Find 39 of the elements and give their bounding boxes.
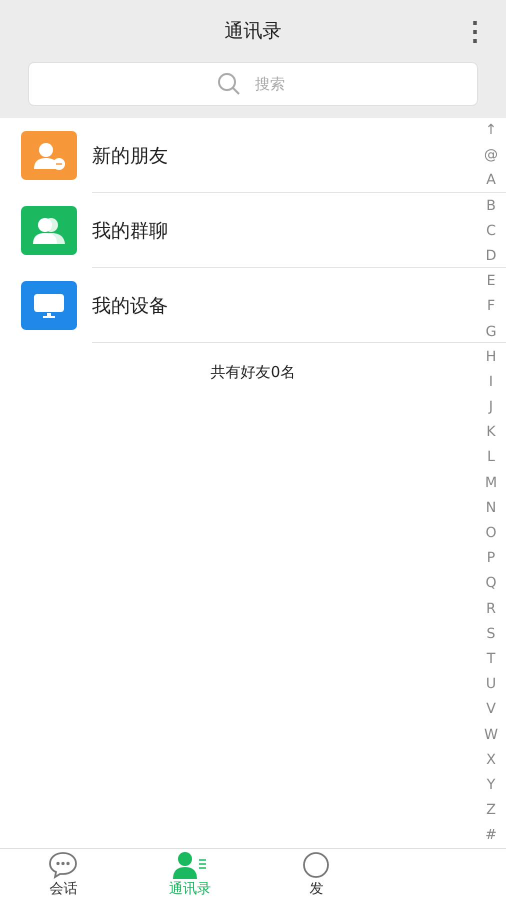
index-letter[interactable]: M	[484, 470, 498, 496]
index-letter[interactable]: A	[486, 168, 496, 194]
index-letter[interactable]: G	[486, 320, 496, 345]
index-letter[interactable]: P	[486, 546, 496, 572]
index-letter[interactable]: Y	[486, 772, 496, 798]
index-letter[interactable]: R	[486, 596, 496, 622]
index-letter[interactable]: C	[486, 218, 496, 244]
more-button[interactable]: ⋮	[458, 14, 492, 48]
index-letter[interactable]: H	[486, 344, 496, 370]
index-letter[interactable]: J	[488, 395, 494, 420]
index-letter[interactable]: S	[486, 622, 496, 647]
index-letter[interactable]: D	[486, 244, 496, 270]
index-letter[interactable]: X	[486, 748, 496, 773]
index-letter[interactable]: U	[486, 672, 496, 698]
index-letter[interactable]: O	[485, 521, 497, 546]
index-letter[interactable]: V	[486, 697, 496, 722]
index-letter[interactable]: K	[486, 420, 496, 446]
index-letter[interactable]: Q	[485, 571, 497, 597]
index-letter[interactable]: ↑	[485, 118, 497, 144]
friend-count: 共有好友0名	[210, 362, 296, 382]
index-letter[interactable]: W	[484, 722, 498, 748]
page-title: 通讯录	[224, 19, 282, 44]
entry-label: 我的群聊	[92, 218, 168, 244]
index-letter[interactable]: L	[487, 445, 495, 471]
entry-label: 我的设备	[92, 294, 168, 318]
index-letter[interactable]: B	[486, 194, 496, 219]
index-letter[interactable]: T	[486, 646, 496, 672]
index-letter[interactable]: E	[486, 269, 496, 294]
index-letter[interactable]: I	[488, 370, 494, 396]
search-field[interactable]: 搜索	[28, 62, 478, 106]
index-letter[interactable]: N	[486, 496, 496, 521]
index-letter[interactable]: F	[486, 294, 496, 320]
index-letter[interactable]: Z	[486, 798, 496, 824]
index-letter[interactable]: #	[485, 823, 497, 848]
person-list-icon	[172, 851, 208, 880]
entry-label: 新的朋友	[92, 144, 168, 168]
circle-icon	[301, 851, 332, 880]
index-letter[interactable]: @	[484, 143, 498, 168]
chat-bubble-icon	[48, 851, 78, 880]
